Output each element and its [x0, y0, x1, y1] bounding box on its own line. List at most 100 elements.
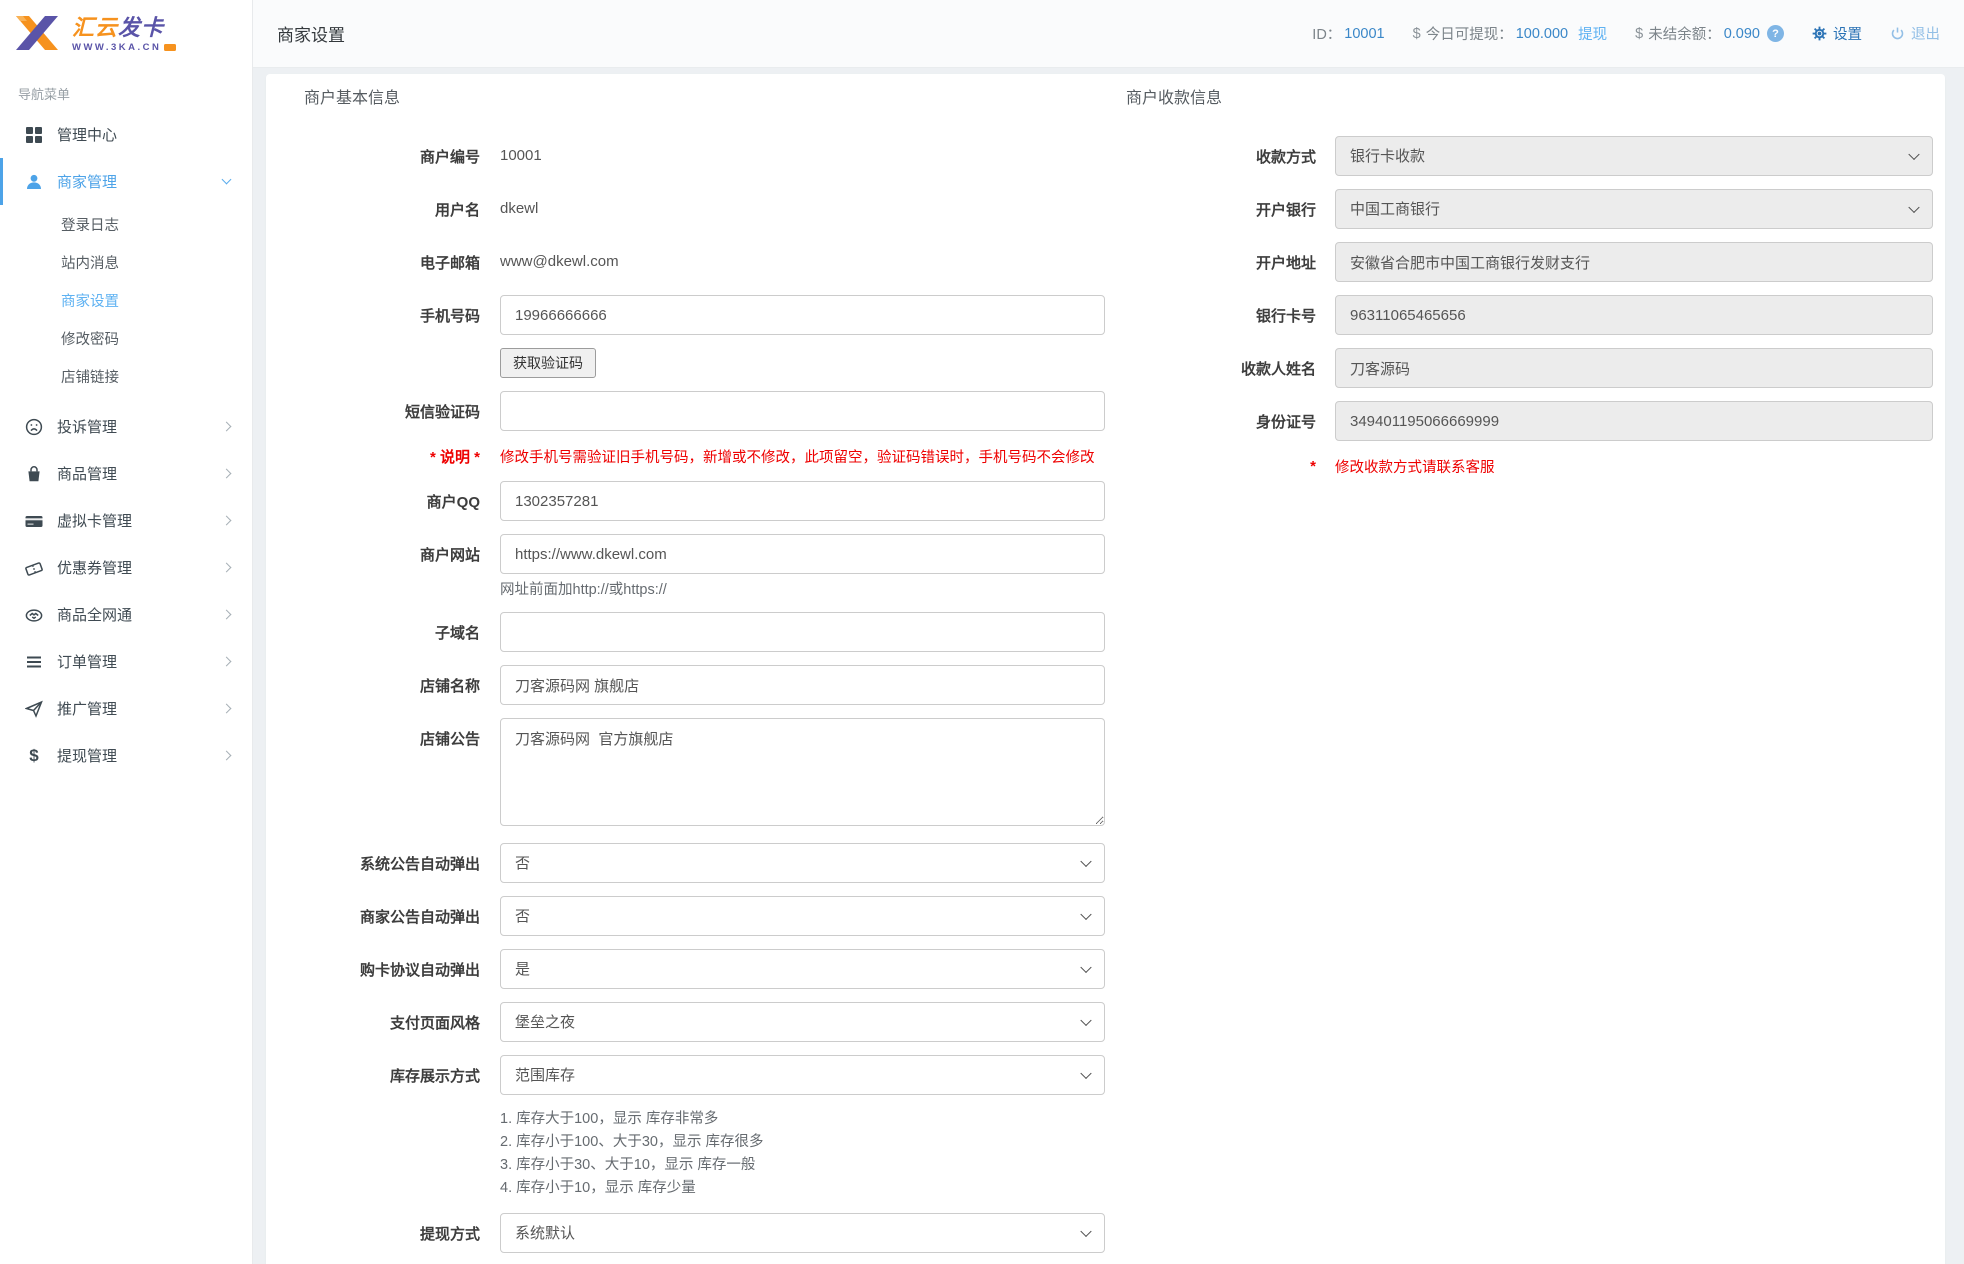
payment-note-row: * 修改收款方式请联系客服	[1126, 454, 1933, 478]
today-withdrawable-value: 100.000	[1516, 26, 1568, 42]
brand-site-url: WWW.3KA.CN	[72, 42, 176, 53]
chevron-right-icon	[222, 516, 232, 526]
sidebar-nav: 管理中心 商家管理 登录日志 站内消息 商家设置 修改密码 店铺链接 投诉管理	[0, 111, 252, 779]
website-hint: 网址前面加http://或https://	[500, 582, 667, 598]
sidebar-item-complaint-management[interactable]: 投诉管理	[0, 403, 252, 450]
username-value: dkewl	[500, 200, 538, 217]
chevron-right-icon	[222, 563, 232, 573]
chevron-right-icon	[222, 704, 232, 714]
settings-button[interactable]: 设置	[1812, 23, 1862, 44]
payment-info-title: 商户收款信息	[1126, 88, 1933, 110]
shop-notice-textarea[interactable]: 刀客源码网 官方旗舰店	[500, 718, 1105, 826]
agreement-popup-select[interactable]: 是	[500, 949, 1105, 989]
sidebar-item-product-network[interactable]: 商品全网通	[0, 591, 252, 638]
get-code-button[interactable]: 获取验证码	[500, 348, 596, 378]
nav-section-label: 导航菜单	[0, 68, 252, 111]
merchant-no-label: 商户编号	[304, 146, 480, 167]
email-label: 电子邮箱	[304, 252, 480, 273]
sidebar-item-dashboard[interactable]: 管理中心	[0, 111, 252, 158]
payment-note-star: *	[1126, 458, 1316, 475]
bank-card-label: 银行卡号	[1126, 305, 1316, 326]
sidebar-item-order-management[interactable]: 订单管理	[0, 638, 252, 685]
today-withdrawable: $ 今日可提现： 100.000 提现	[1413, 23, 1608, 44]
stock-display-select[interactable]: 范围库存	[500, 1055, 1105, 1095]
sms-code-row: 短信验证码	[304, 391, 1105, 431]
chevron-right-icon	[222, 469, 232, 479]
stock-hint-3: 3. 库存小于30、大于10，显示 库存一般	[500, 1154, 1105, 1177]
basic-info-title: 商户基本信息	[304, 88, 1105, 110]
shopping-bag-icon	[24, 465, 44, 483]
id-number-label: 身份证号	[1126, 411, 1316, 432]
sidebar-item-promotion-management[interactable]: 推广管理	[0, 685, 252, 732]
chevron-right-icon	[222, 610, 232, 620]
sys-popup-select[interactable]: 否	[500, 843, 1105, 883]
payee-name-label: 收款人姓名	[1126, 358, 1316, 379]
help-icon[interactable]: ?	[1767, 25, 1784, 42]
stock-display-label: 库存展示方式	[304, 1065, 480, 1086]
bank-address-row: 开户地址	[1126, 242, 1933, 282]
merchant-id-value: 10001	[1344, 26, 1384, 42]
sidebar-item-login-log[interactable]: 登录日志	[0, 207, 252, 245]
qq-row: 商户QQ	[304, 481, 1105, 521]
bank-select: 中国工商银行	[1335, 189, 1933, 229]
subdomain-row: 子域名	[304, 612, 1105, 652]
sidebar: 汇云发卡 WWW.3KA.CN 导航菜单 管理中心 商家管理 登录日志 站内消息…	[0, 0, 253, 1264]
grid-icon	[24, 126, 44, 144]
phone-note-row: * 说明 * 修改手机号需验证旧手机号码，新增或不修改，此项留空，验证码错误时，…	[304, 444, 1105, 468]
qq-label: 商户QQ	[304, 491, 480, 512]
pay-style-select[interactable]: 堡垒之夜	[500, 1002, 1105, 1042]
bank-label: 开户银行	[1126, 199, 1316, 220]
power-icon	[1890, 26, 1905, 41]
subdomain-input[interactable]	[500, 612, 1105, 652]
id-number-input	[1335, 401, 1933, 441]
get-code-row: 获取验证码	[304, 348, 1105, 378]
payee-name-row: 收款人姓名	[1126, 348, 1933, 388]
phone-row: 手机号码	[304, 295, 1105, 335]
website-input[interactable]	[500, 534, 1105, 574]
sys-popup-label: 系统公告自动弹出	[304, 853, 480, 874]
qq-input[interactable]	[500, 481, 1105, 521]
frown-icon	[24, 418, 44, 436]
logout-button[interactable]: 退出	[1890, 23, 1940, 44]
withdraw-link[interactable]: 提现	[1578, 23, 1607, 44]
basic-info-section: 商户基本信息 商户编号 10001 用户名 dkewl 电子邮箱 www@dke…	[304, 88, 1105, 1264]
user-icon	[24, 173, 44, 191]
payment-method-select: 银行卡收款	[1335, 136, 1933, 176]
merchant-popup-select[interactable]: 否	[500, 896, 1105, 936]
sidebar-item-withdraw-management[interactable]: $ 提现管理	[0, 732, 252, 779]
pay-style-row: 支付页面风格 堡垒之夜	[304, 1002, 1105, 1042]
chevron-down-icon	[222, 175, 232, 185]
phone-input[interactable]	[500, 295, 1105, 335]
sidebar-item-merchant-management[interactable]: 商家管理	[0, 158, 252, 205]
subdomain-label: 子域名	[304, 622, 480, 643]
email-row: 电子邮箱 www@dkewl.com	[304, 242, 1105, 282]
sidebar-item-coupon-management[interactable]: 优惠券管理	[0, 544, 252, 591]
shop-name-row: 店铺名称	[304, 665, 1105, 705]
shop-name-input[interactable]	[500, 665, 1105, 705]
brand-logo[interactable]: 汇云发卡 WWW.3KA.CN	[0, 0, 252, 68]
sidebar-item-merchant-settings[interactable]: 商家设置	[0, 283, 252, 321]
handshake-icon	[24, 606, 44, 624]
sidebar-item-change-password[interactable]: 修改密码	[0, 321, 252, 359]
merchant-popup-row: 商家公告自动弹出 否	[304, 896, 1105, 936]
withdraw-mode-row: 提现方式 系统默认	[304, 1213, 1105, 1253]
chevron-right-icon	[222, 422, 232, 432]
sidebar-item-site-messages[interactable]: 站内消息	[0, 245, 252, 283]
brand-logo-icon	[16, 14, 62, 54]
note-label: * 说明 *	[304, 446, 480, 467]
sidebar-item-shop-link[interactable]: 店铺链接	[0, 359, 252, 397]
withdraw-mode-select[interactable]: 系统默认	[500, 1213, 1105, 1253]
stock-display-row: 库存展示方式 范围库存	[304, 1055, 1105, 1095]
brand-text: 汇云发卡 WWW.3KA.CN	[72, 16, 176, 53]
shop-notice-label: 店铺公告	[304, 718, 480, 749]
sms-code-input[interactable]	[500, 391, 1105, 431]
chevron-right-icon	[222, 657, 232, 667]
settings-card: 商户基本信息 商户编号 10001 用户名 dkewl 电子邮箱 www@dke…	[266, 74, 1945, 1264]
website-label: 商户网站	[304, 544, 480, 565]
sidebar-item-product-management[interactable]: 商品管理	[0, 450, 252, 497]
agreement-popup-label: 购卡协议自动弹出	[304, 959, 480, 980]
main-content: 商户基本信息 商户编号 10001 用户名 dkewl 电子邮箱 www@dke…	[253, 68, 1964, 1264]
payment-info-section: 商户收款信息 收款方式 银行卡收款 开户银行 中国工商银行 开户地址 银行卡号 …	[1126, 88, 1945, 1264]
sidebar-item-virtual-card-management[interactable]: 虚拟卡管理	[0, 497, 252, 544]
stock-hint-2: 2. 库存小于100、大于30，显示 库存很多	[500, 1131, 1105, 1154]
